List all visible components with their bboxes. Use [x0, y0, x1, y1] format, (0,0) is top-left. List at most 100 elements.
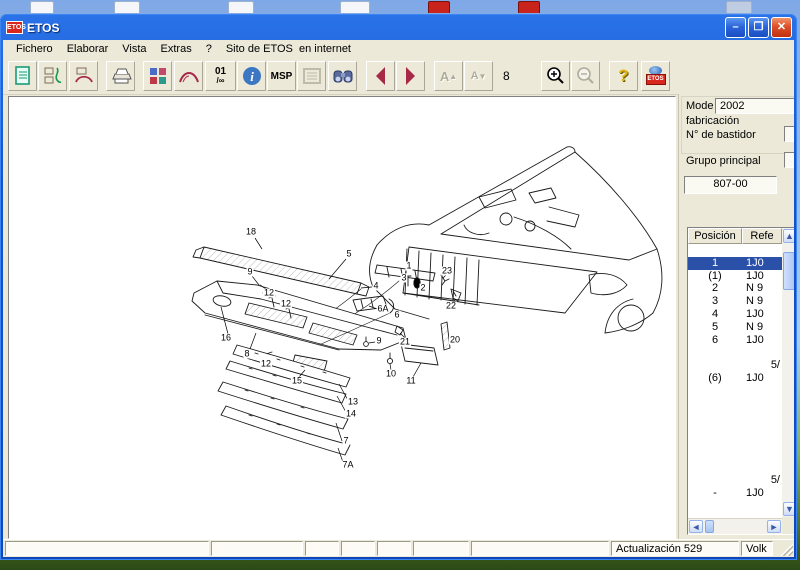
group-arc-button[interactable]: [69, 61, 98, 91]
column-header-referencia[interactable]: Refe: [742, 228, 782, 244]
table-row[interactable]: 5/: [688, 474, 782, 487]
vertical-scroll-thumb[interactable]: [783, 252, 794, 290]
msp-button[interactable]: MSP: [267, 61, 296, 91]
chassis-number-field[interactable]: [784, 126, 794, 142]
scroll-right-icon[interactable]: ►: [767, 520, 781, 533]
page-counter-bottom: /∞: [217, 76, 225, 85]
cell-posicion: [688, 436, 742, 449]
table-row[interactable]: 5/: [688, 359, 782, 372]
color-grid-button[interactable]: [143, 61, 172, 91]
toolbar: 01/∞ i MSP A▲: [3, 58, 794, 95]
cell-referencia: [742, 398, 782, 411]
arc-view-button[interactable]: [174, 61, 203, 91]
menu-item-vista[interactable]: Vista: [115, 41, 153, 57]
diagram-callout-11: 11: [405, 377, 416, 386]
close-button[interactable]: ✕: [771, 17, 792, 38]
table-row[interactable]: 2N 9: [688, 282, 782, 295]
page-counter-button[interactable]: 01/∞: [205, 61, 236, 91]
diagram-callout-6: 6: [393, 311, 400, 320]
status-segment: [341, 541, 375, 556]
title-bar[interactable]: ETOS ETOS – ❐ ✕: [3, 16, 794, 39]
cell-posicion: [688, 398, 742, 411]
table-row[interactable]: [688, 423, 782, 436]
table-row[interactable]: [688, 436, 782, 449]
cell-posicion: 3: [688, 295, 742, 308]
window-title: ETOS: [27, 21, 59, 35]
svg-text:i: i: [250, 69, 254, 84]
cell-posicion: [688, 346, 742, 359]
cell-referencia: N 9: [742, 295, 782, 308]
table-row[interactable]: [688, 462, 782, 475]
diagram-callout-6A: 6A: [376, 305, 389, 314]
diagram-callout-12: 12: [280, 300, 292, 309]
zoom-out-button-disabled[interactable]: [571, 61, 600, 91]
previous-button[interactable]: [366, 61, 395, 91]
new-document-button[interactable]: [8, 61, 37, 91]
table-row[interactable]: (6)1J0: [688, 372, 782, 385]
column-header-posicion[interactable]: Posición: [688, 228, 742, 244]
menu-item-extras[interactable]: Extras: [154, 41, 199, 57]
scroll-left-icon[interactable]: ◄: [689, 520, 703, 533]
menu-item-fichero[interactable]: Fichero: [9, 41, 60, 57]
cell-posicion: -: [688, 487, 742, 500]
status-segment: [5, 541, 209, 556]
edit-structure-button[interactable]: [38, 61, 67, 91]
cell-posicion: (6): [688, 372, 742, 385]
table-row[interactable]: [688, 410, 782, 423]
msp-label: MSP: [271, 71, 293, 82]
minimize-button[interactable]: –: [725, 17, 746, 38]
table-row[interactable]: 3N 9: [688, 295, 782, 308]
table-row[interactable]: 41J0: [688, 308, 782, 321]
cell-referencia: 1J0: [742, 372, 782, 385]
table-row[interactable]: [688, 346, 782, 359]
etos-site-button[interactable]: ETOS: [641, 61, 670, 91]
table-row[interactable]: [688, 244, 782, 257]
info-button[interactable]: i: [237, 61, 266, 91]
group-code-field[interactable]: 807-00: [684, 176, 777, 194]
vertical-scrollbar[interactable]: ▲ ▼: [782, 228, 794, 517]
scroll-up-icon[interactable]: ▲: [783, 229, 794, 243]
font-smaller-button-disabled[interactable]: A▼: [464, 61, 493, 91]
table-row[interactable]: -1J0: [688, 487, 782, 500]
frame-button-disabled[interactable]: [297, 61, 326, 91]
table-row[interactable]: 5N 9: [688, 321, 782, 334]
table-row[interactable]: 61J0: [688, 334, 782, 347]
search-binoculars-button[interactable]: [328, 61, 357, 91]
model-year-field[interactable]: 2002: [715, 98, 794, 114]
cell-referencia: 1J0: [742, 308, 782, 321]
horizontal-scroll-thumb[interactable]: [705, 520, 714, 533]
diagram-callout-16: 16: [220, 334, 232, 343]
cell-posicion: 2: [688, 282, 742, 295]
diagram-callout-18: 18: [245, 228, 257, 237]
resize-grip[interactable]: [780, 543, 793, 556]
help-button[interactable]: ?: [609, 61, 638, 91]
cell-posicion: [688, 423, 742, 436]
cell-referencia: N 9: [742, 321, 782, 334]
table-row[interactable]: (1)1J0: [688, 270, 782, 283]
menu-item-elaborar[interactable]: Elaborar: [60, 41, 116, 57]
cell-posicion: 5: [688, 321, 742, 334]
maximize-button[interactable]: ❐: [748, 17, 769, 38]
cell-referencia: [742, 423, 782, 436]
font-larger-button-disabled[interactable]: A▲: [434, 61, 463, 91]
next-button[interactable]: [396, 61, 425, 91]
zoom-in-button[interactable]: [541, 61, 570, 91]
main-group-mini-field[interactable]: [784, 152, 794, 168]
menu-item-sito-de-etos-en-internet[interactable]: Sito de ETOS en internet: [219, 41, 358, 57]
print-button[interactable]: [106, 61, 135, 91]
table-row[interactable]: [688, 449, 782, 462]
table-row[interactable]: 11J0: [688, 257, 782, 270]
scroll-down-icon[interactable]: ▼: [783, 502, 794, 516]
cell-posicion: 1: [688, 257, 742, 270]
diagram-callout-22: 22: [445, 302, 457, 311]
diagram-canvas[interactable]: 185132234226A691212168121592120101113147…: [8, 96, 676, 539]
main-group-label: Grupo principal: [686, 155, 761, 167]
desktop-icon-fragment: [428, 1, 450, 13]
cell-posicion: [688, 385, 742, 398]
menu-item-item-4[interactable]: ?: [199, 41, 219, 57]
table-row[interactable]: [688, 398, 782, 411]
diagram-callout-7A: 7A: [341, 461, 354, 470]
table-row[interactable]: [688, 385, 782, 398]
cell-posicion: [688, 462, 742, 475]
horizontal-scrollbar[interactable]: ◄ ►: [688, 518, 782, 534]
